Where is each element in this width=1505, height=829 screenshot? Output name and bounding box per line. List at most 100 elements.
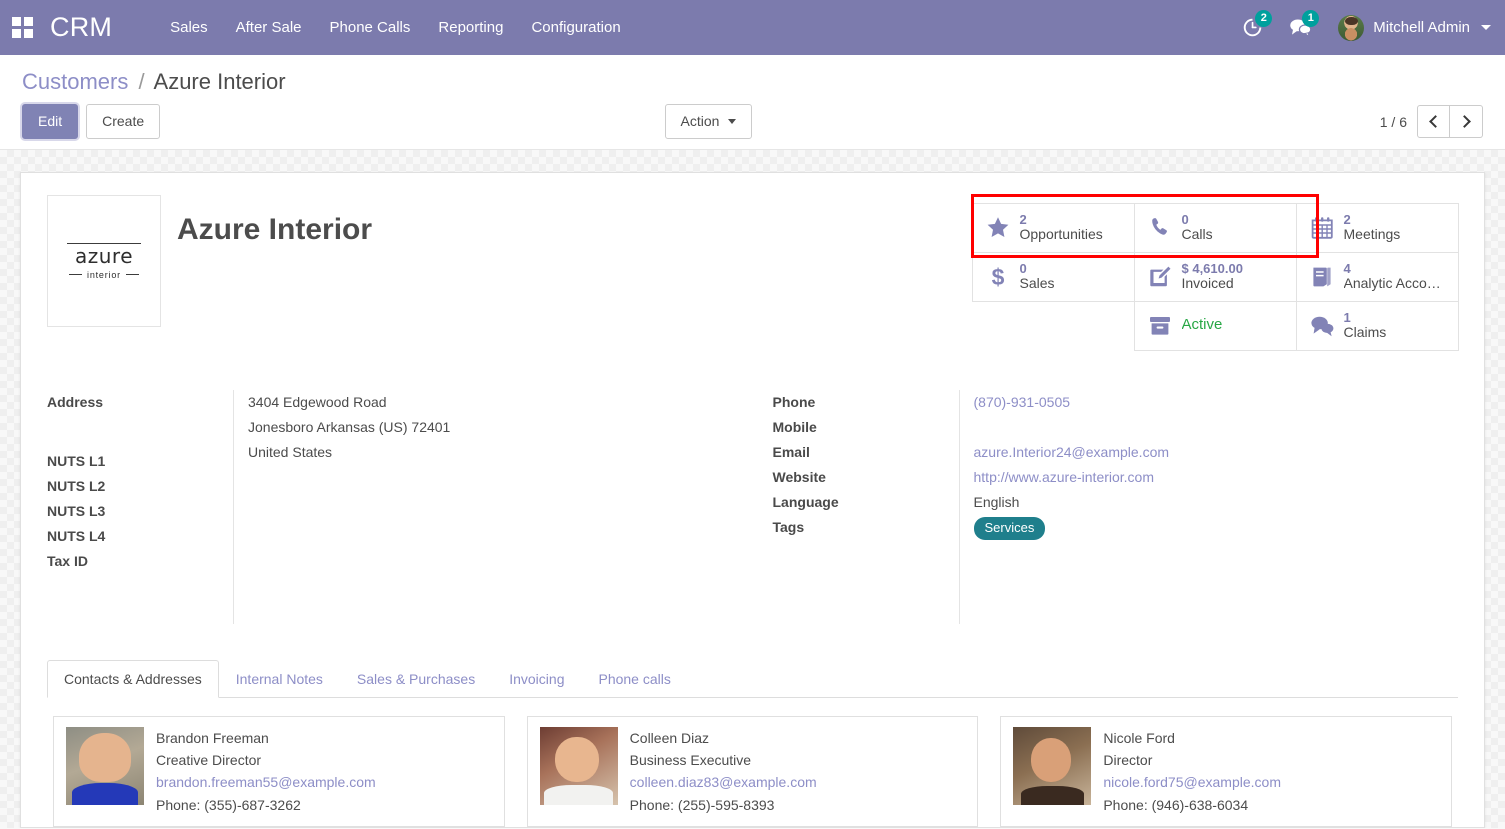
value-nuts-l3[interactable] <box>248 549 733 574</box>
menu-item-configuration[interactable]: Configuration <box>517 13 634 42</box>
stat-label: Calls <box>1181 227 1213 243</box>
contact-function: Creative Director <box>156 752 262 769</box>
value-nuts-l2[interactable] <box>248 524 733 549</box>
sheet-header: azure interior Azure Interior 2 Opportun… <box>47 194 1459 351</box>
notebook: Contacts & Addresses Internal Notes Sale… <box>47 660 1458 827</box>
value-language[interactable]: English <box>974 490 1459 515</box>
stat-button-opportunities[interactable]: 2 Opportunities <box>971 202 1135 253</box>
contact-labels: Phone Mobile Email Website Language Tags <box>773 390 959 624</box>
book-icon <box>1309 265 1335 288</box>
page-title: Azure Interior <box>177 213 373 247</box>
tab-panel-contacts: Brandon Freeman Creative Director brando… <box>47 698 1458 827</box>
logo-subtext: interior <box>87 269 121 280</box>
tab-contacts-addresses[interactable]: Contacts & Addresses <box>47 660 219 699</box>
contact-function: Business Executive <box>629 752 752 769</box>
breadcrumb-customers[interactable]: Customers <box>22 69 128 94</box>
label-email: Email <box>772 444 810 461</box>
label-language: Language <box>772 494 839 511</box>
menu-item-after-sale[interactable]: After Sale <box>222 13 316 42</box>
stat-value: 2 <box>1343 211 1351 227</box>
pager-previous-button[interactable] <box>1417 105 1450 139</box>
value-website[interactable]: http://www.azure-interior.com <box>974 465 1459 490</box>
contact-name: Colleen Diaz <box>629 730 710 747</box>
company-logo[interactable]: azure interior <box>47 195 161 328</box>
app-brand-crm[interactable]: CRM <box>50 12 112 43</box>
create-button[interactable]: Create <box>86 104 161 140</box>
stat-button-meetings[interactable]: 2 Meetings <box>1295 202 1459 253</box>
breadcrumb-separator: / <box>138 69 145 94</box>
contact-values: (870)-931-0505 azure.Interior24@example.… <box>958 390 1459 625</box>
contact-info: Colleen Diaz Business Executive colleen.… <box>630 727 817 815</box>
value-spacer <box>248 465 733 499</box>
logo-dash-left <box>69 274 83 276</box>
value-email[interactable]: azure.Interior24@example.com <box>974 440 1459 465</box>
label-nuts-l4: NUTS L4 <box>47 528 106 545</box>
dollar-icon: $ <box>985 265 1011 289</box>
contact-info: Brandon Freeman Creative Director brando… <box>156 727 376 815</box>
stat-column-3: 2 Meetings 4 Analytic Acco… 1 Claims <box>1295 202 1459 351</box>
value-phone[interactable]: (870)-931-0505 <box>974 390 1459 415</box>
address-city-state-zip[interactable]: Jonesboro Arkansas (US) 72401 <box>248 415 733 440</box>
contact-email[interactable]: brandon.freeman55@example.com <box>156 771 376 793</box>
avatar <box>1013 727 1092 806</box>
stat-label: Active <box>1181 317 1223 334</box>
stat-button-active[interactable]: Active <box>1133 300 1297 351</box>
stat-button-calls[interactable]: 0 Calls <box>1133 202 1297 253</box>
stat-button-invoiced[interactable]: $ 4,610.00 Invoiced <box>1133 251 1297 302</box>
tab-invoicing[interactable]: Invoicing <box>492 660 581 698</box>
contact-cards: Brandon Freeman Creative Director brando… <box>53 716 1453 827</box>
logo-wordmark: azure <box>74 243 134 268</box>
activity-menu-button[interactable]: 2 <box>1242 10 1273 38</box>
apps-grid-icon[interactable] <box>6 14 34 42</box>
contact-name: Nicole Ford <box>1103 730 1175 747</box>
value-mobile[interactable] <box>974 415 1459 440</box>
user-menu-button[interactable]: Mitchell Admin <box>1338 14 1491 41</box>
avatar <box>1338 14 1365 41</box>
action-button[interactable]: Action <box>664 104 753 140</box>
value-nuts-l4[interactable] <box>248 574 733 599</box>
logo-subtext-row: interior <box>67 270 141 280</box>
contact-email[interactable]: colleen.diaz83@example.com <box>630 771 817 793</box>
status-badge[interactable]: Services <box>973 517 1046 541</box>
contact-name: Brandon Freeman <box>156 730 269 747</box>
label-phone: Phone <box>772 394 816 411</box>
address-street[interactable]: 3404 Edgewood Road <box>248 390 733 415</box>
list-item[interactable]: Brandon Freeman Creative Director brando… <box>53 716 505 827</box>
svg-text:$: $ <box>991 265 1004 289</box>
list-item[interactable]: Colleen Diaz Business Executive colleen.… <box>526 716 979 827</box>
contact-phone: Phone: (255)-595-8393 <box>629 796 775 813</box>
stat-text: 0 Sales <box>1019 261 1055 292</box>
stat-button-claims[interactable]: 1 Claims <box>1295 300 1459 351</box>
stat-label: Opportunities <box>1019 227 1103 243</box>
tab-internal-notes[interactable]: Internal Notes <box>219 660 340 698</box>
pager-count: 1 / 6 <box>1379 113 1407 130</box>
label-spacer <box>47 415 233 449</box>
stat-text: 4 Analytic Acco… <box>1344 261 1441 292</box>
value-tax-id[interactable] <box>248 599 733 624</box>
calendar-icon <box>1309 216 1335 239</box>
pager-next-button[interactable] <box>1450 105 1483 139</box>
stat-text: 2 Meetings <box>1343 211 1401 243</box>
tab-sales-purchases[interactable]: Sales & Purchases <box>340 660 492 698</box>
stat-button-sales[interactable]: $ 0 Sales <box>971 251 1135 302</box>
tab-phone-calls[interactable]: Phone calls <box>581 660 687 698</box>
menu-item-reporting[interactable]: Reporting <box>424 13 517 42</box>
address-country[interactable]: United States <box>248 440 733 465</box>
stat-value: 2 <box>1019 211 1027 227</box>
stat-label: Sales <box>1019 276 1055 292</box>
menu-item-phone-calls[interactable]: Phone Calls <box>316 13 425 42</box>
contact-email[interactable]: nicole.ford75@example.com <box>1103 771 1281 793</box>
stat-value: 1 <box>1343 309 1351 325</box>
list-item[interactable]: Nicole Ford Director nicole.ford75@examp… <box>1000 716 1453 827</box>
menu-item-sales[interactable]: Sales <box>156 13 222 42</box>
chevron-right-icon <box>1458 115 1471 129</box>
edit-button[interactable]: Edit <box>22 104 79 140</box>
stat-button-analytic-accounts[interactable]: 4 Analytic Acco… <box>1295 251 1459 302</box>
contact-info: Nicole Ford Director nicole.ford75@examp… <box>1103 727 1281 815</box>
logo-dash-right <box>125 274 139 276</box>
value-nuts-l1[interactable] <box>248 499 733 524</box>
messaging-menu-button[interactable]: 1 <box>1289 10 1320 38</box>
messages-count-badge: 1 <box>1302 10 1320 27</box>
stat-text: 2 Opportunities <box>1019 211 1103 243</box>
chevron-left-icon <box>1428 115 1442 129</box>
